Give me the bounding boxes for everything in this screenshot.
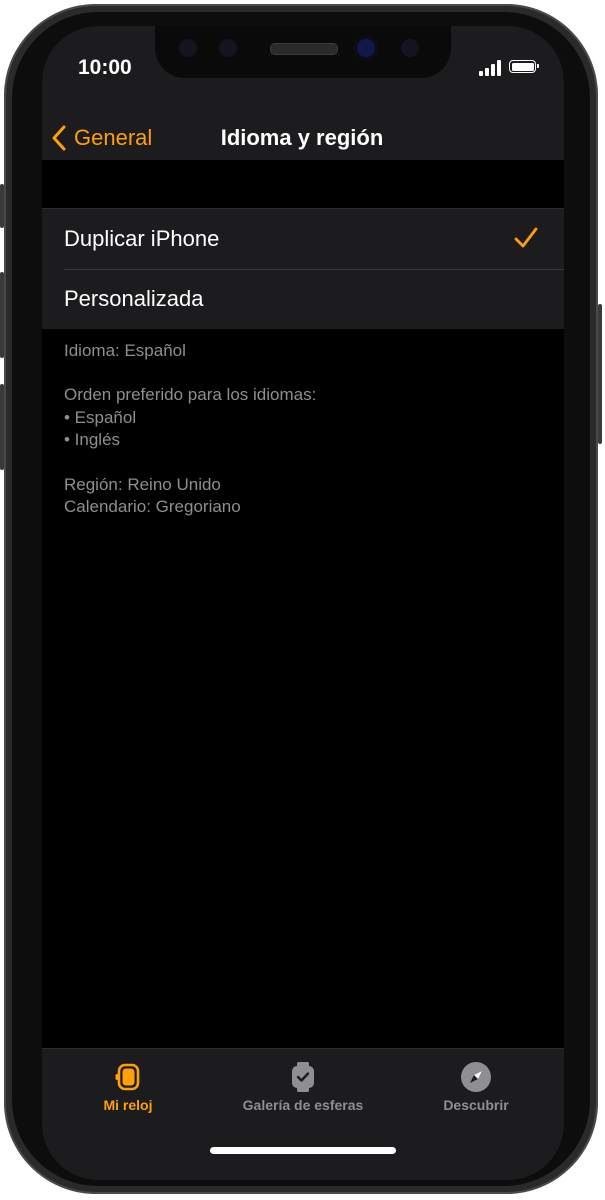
info-preferred-item: • Español <box>64 407 137 427</box>
language-option-list: Duplicar iPhone Personalizada <box>42 208 564 329</box>
watch-icon <box>115 1063 140 1091</box>
tab-mi-reloj[interactable]: Mi reloj <box>86 1061 170 1113</box>
navigation-bar: General Idioma y región <box>42 116 564 160</box>
proximity-sensor <box>179 39 197 57</box>
option-label: Personalizada <box>64 286 204 311</box>
info-preferred-title: Orden preferido para los idiomas: <box>64 385 317 405</box>
tab-label: Galería de esferas <box>242 1097 364 1113</box>
battery-icon <box>509 60 539 73</box>
dot-projector <box>401 39 419 57</box>
page-title: Idioma y región <box>220 125 384 150</box>
info-language: Idioma: Español <box>64 341 186 360</box>
option-duplicar-iphone[interactable]: Duplicar iPhone <box>42 209 564 269</box>
section-spacer <box>42 160 564 208</box>
info-calendar: Calendario: Gregoriano <box>64 497 241 517</box>
volume-down-button <box>0 384 4 470</box>
watch-face-gallery-icon <box>292 1062 314 1092</box>
info-region: Región: Reino Unido <box>64 474 221 494</box>
status-time: 10:00 <box>78 56 132 79</box>
front-camera <box>357 39 375 57</box>
tab-galeria-de-esferas[interactable]: Galería de esferas <box>228 1061 378 1113</box>
volume-up-button <box>0 272 4 358</box>
checkmark-icon <box>514 227 538 248</box>
notch <box>155 26 451 78</box>
screen: 10:00 General Idioma y región Duplicar i… <box>42 26 564 1180</box>
info-preferred-item: • Inglés <box>64 430 121 450</box>
home-indicator[interactable] <box>210 1147 396 1154</box>
language-info-footer: Idioma: Español Orden preferido para los… <box>64 340 316 518</box>
tab-label: Mi reloj <box>103 1097 153 1113</box>
tab-descubrir[interactable]: Descubrir <box>428 1061 524 1113</box>
cellular-signal-icon <box>479 60 503 76</box>
flood-illuminator <box>219 39 237 57</box>
tab-bar: Mi reloj Galería de esferas Descubrir <box>42 1048 564 1180</box>
tab-label: Descubrir <box>443 1097 509 1113</box>
earpiece-speaker <box>270 43 338 55</box>
power-button <box>598 304 602 444</box>
option-personalizada[interactable]: Personalizada <box>42 269 564 329</box>
status-bar: 10:00 <box>42 26 564 116</box>
action-button <box>0 184 4 228</box>
compass-icon <box>461 1062 491 1092</box>
option-label: Duplicar iPhone <box>64 226 220 251</box>
